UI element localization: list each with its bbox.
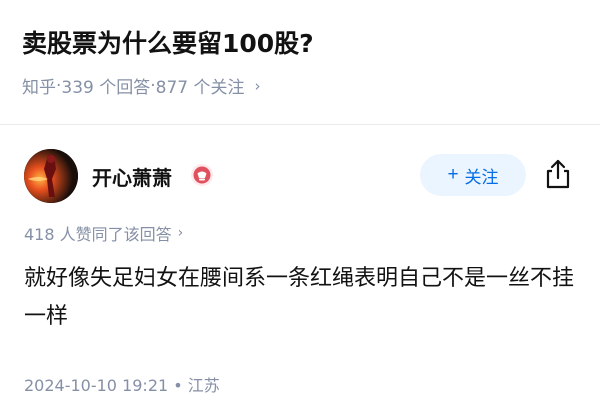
answer-text: 就好像失足妇女在腰间系一条红绳表明自己不是一丝不挂一样: [24, 266, 575, 329]
follow-button[interactable]: + 关注: [420, 154, 526, 196]
follower-count: 877 个关注: [155, 78, 245, 98]
likes-line[interactable]: 418 人赞同了该回答 ›: [24, 221, 183, 245]
author-name[interactable]: 开心萧萧: [92, 162, 172, 191]
divider: [0, 124, 600, 125]
share-icon[interactable]: [543, 158, 573, 190]
footer-separator: •: [168, 376, 188, 395]
plus-icon: +: [447, 164, 459, 185]
source-label: 知乎: [22, 78, 56, 98]
avatar[interactable]: [24, 149, 78, 203]
answer-location: 江苏: [187, 376, 220, 395]
badge-icon: [191, 164, 213, 186]
answer-count: 339 个回答: [61, 78, 151, 98]
question-meta[interactable]: 知乎 · 339 个回答 · 877 个关注 ›: [22, 73, 261, 99]
answer-footer: 2024-10-10 19:21 • 江苏: [24, 372, 220, 396]
answer-date: 2024-10-10 19:21: [24, 376, 169, 395]
likes-count: 418 人赞同了该回答: [24, 225, 172, 244]
chevron-right-icon: ›: [177, 225, 184, 241]
follow-label: 关注: [464, 167, 499, 187]
question-title[interactable]: 卖股票为什么要留100股?: [22, 24, 314, 60]
chevron-right-icon: ›: [254, 76, 261, 95]
